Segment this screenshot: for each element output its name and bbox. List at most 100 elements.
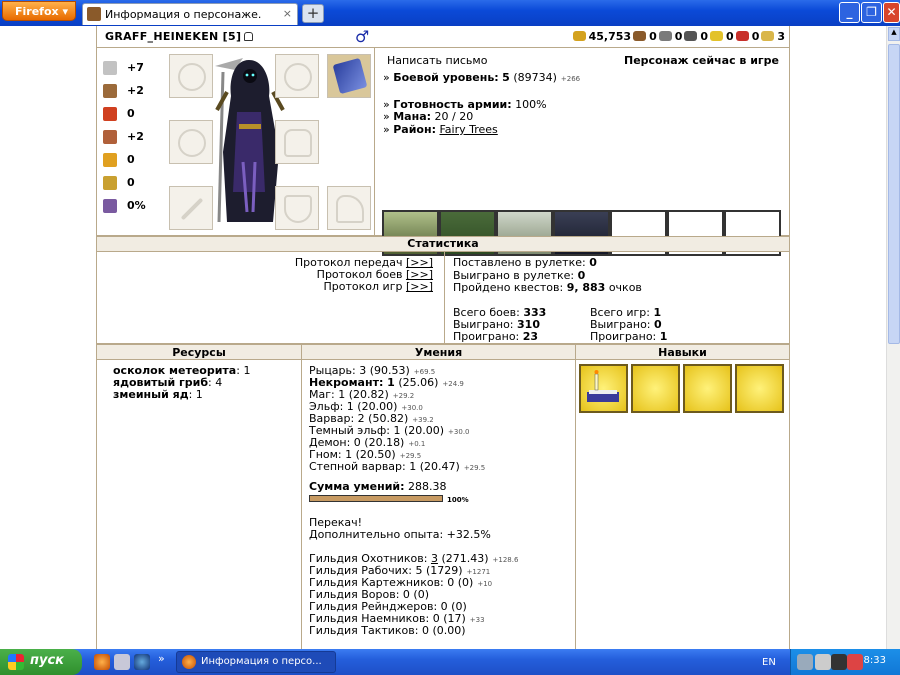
resources-column-header: Ресурсы [97, 344, 301, 360]
resource-item: осколок метеорита: 1 [113, 364, 251, 377]
quests-unit: очков [608, 281, 642, 294]
skill-row: Гильдия Рабочих: 5 (1729) +1271 [309, 564, 571, 577]
new-tab-button[interactable]: + [302, 4, 324, 23]
floppy-quicklaunch-icon[interactable] [114, 654, 130, 670]
start-label: пуск [30, 653, 64, 668]
resources-list: осколок метеорита: 1 ядовитый гриб: 4 змеи… [113, 364, 293, 401]
skill-row [309, 506, 571, 516]
statistics-body: Протокол передач [>>] Протокол боев [>>] П… [97, 252, 789, 344]
firefox-menu-button[interactable]: Firefox ▾ [2, 1, 76, 21]
equip-stat-value: 0% [127, 199, 146, 212]
stats-divider [444, 252, 445, 344]
luck-icon [103, 152, 117, 167]
skill-row: Маг: 1 (20.82) +29.2 [309, 388, 571, 401]
start-button[interactable]: пуск [0, 649, 82, 675]
mana-value: 20 / 20 [434, 110, 474, 123]
equip-slot-weapon-left[interactable] [169, 54, 213, 98]
resource-value: 0 [649, 30, 657, 43]
district-row: » Район: Fairy Trees [383, 123, 498, 136]
resource-count: 1 [195, 388, 203, 401]
quests-value: 9, 883 [566, 281, 606, 294]
maximize-button[interactable]: ❐ [861, 2, 882, 23]
resource-value: 3 [777, 30, 785, 43]
male-gender-icon: ♂ [355, 27, 370, 46]
system-tray: 8:33 [790, 649, 900, 675]
player-level-tag: [5] [222, 30, 242, 43]
pendant-ghost-icon [284, 63, 312, 91]
lock-icon [244, 32, 254, 41]
equipment-stats: +7 +2 0 +2 0 0 0% [103, 56, 161, 217]
player-name-text[interactable]: GRAFF_HEINEKEN [105, 30, 219, 43]
resource-count: 1 [243, 364, 251, 377]
ring-ghost-icon [178, 129, 206, 157]
close-window-button[interactable]: ✕ [883, 2, 900, 23]
faction-skill-delta: +0.1 [408, 440, 426, 448]
guild-skill: Гильдия Тактиков: 0 (0.00) [309, 624, 466, 637]
talent-slot-3[interactable] [683, 364, 732, 413]
equip-slot-ring[interactable] [169, 120, 213, 164]
spellbook-icon [332, 57, 368, 95]
volume-tray-icon[interactable] [815, 654, 831, 670]
talent-slot-4[interactable] [735, 364, 784, 413]
statistics-header: Статистика [97, 236, 789, 252]
equip-slot-armor[interactable] [275, 120, 319, 164]
skill-sum-progress-bar [309, 495, 443, 502]
district-link[interactable]: Fairy Trees [439, 123, 497, 136]
combat-exp: (89734) [513, 71, 557, 84]
language-indicator[interactable]: EN [762, 657, 776, 668]
security-tray-icon[interactable] [831, 654, 847, 670]
skills-column-header: Умения [301, 344, 575, 360]
quicklaunch-more-icon[interactable]: » [158, 652, 165, 665]
extra-exp-text: Дополнительно опыта: +32.5% [309, 528, 491, 541]
taskbar-firefox-window[interactable]: Информация о персо... [176, 651, 336, 673]
equip-stat-value: 0 [127, 107, 135, 120]
player-name: GRAFF_HEINEKEN [5] [105, 30, 254, 43]
character-info-panel: Написать письмо Персонаж сейчас в игре »… [375, 48, 789, 256]
faction-skill-delta: +29.5 [399, 452, 422, 460]
faction-skill-delta: +69.5 [413, 368, 436, 376]
protocol-row: Протокол игр [>>] [324, 280, 433, 293]
faction-skill-delta: +39.2 [412, 416, 434, 424]
bullet: » [383, 123, 390, 136]
skill-row [309, 472, 571, 480]
talent-slot-1[interactable] [579, 364, 628, 413]
browser-titlebar: Firefox ▾ Информация о персонаже. × + _ … [0, 0, 900, 26]
resource-value: 45,753 [588, 30, 632, 43]
equipment-panel: +7 +2 0 +2 0 0 0% [97, 48, 375, 236]
district-label: Район: [393, 123, 436, 136]
initiative-icon [103, 198, 117, 213]
stat-value: 1 [659, 330, 668, 343]
equip-stat-row: +7 [103, 56, 161, 79]
ie-quicklaunch-icon[interactable] [134, 654, 150, 670]
mana-row: » Мана: 20 / 20 [383, 110, 473, 123]
scroll-up-icon[interactable]: ▲ [888, 27, 900, 41]
minimize-button[interactable]: _ [839, 2, 860, 23]
equip-slot-mount[interactable] [327, 186, 371, 230]
protocol-open-link[interactable]: [>>] [406, 280, 433, 293]
scrollbar-thumb[interactable] [888, 44, 900, 344]
site-favicon-icon [87, 7, 101, 21]
quests-row: Пройдено квестов: 9, 883 очков [453, 281, 642, 294]
tab-close-icon[interactable]: × [283, 7, 292, 20]
equip-slot-shield[interactable] [275, 186, 319, 230]
chevron-down-icon: ▾ [62, 5, 68, 18]
equip-slot-amulet[interactable] [275, 54, 319, 98]
equip-stat-value: 0 [127, 176, 135, 189]
equip-slot-spellbook[interactable] [327, 54, 371, 98]
vertical-scrollbar[interactable]: ▲ [886, 26, 900, 649]
skill-row: Гильдия Рейнджеров: 0 (0) [309, 600, 571, 613]
skill-row: Сумма умений: 288.38 [309, 480, 571, 493]
app-tray-icon[interactable] [847, 654, 863, 670]
talent-slot-2[interactable] [631, 364, 680, 413]
skill-row: Степной варвар: 1 (20.47) +29.5 [309, 460, 571, 473]
equip-slot-main-hand[interactable] [169, 186, 213, 230]
task-title: Информация о персо... [201, 656, 322, 667]
resource-value: 0 [700, 30, 709, 43]
write-letter-link[interactable]: Написать письмо [387, 54, 487, 67]
tab-character-info[interactable]: Информация о персонаже. × [82, 3, 298, 25]
equip-stat-value: +7 [127, 61, 144, 74]
stat-row: Проиграно: 23 [453, 330, 538, 343]
firefox-quicklaunch-icon[interactable] [94, 654, 110, 670]
network-tray-icon[interactable] [797, 654, 813, 670]
skill-row: Гильдия Картежников: 0 (0) +10 [309, 576, 571, 589]
